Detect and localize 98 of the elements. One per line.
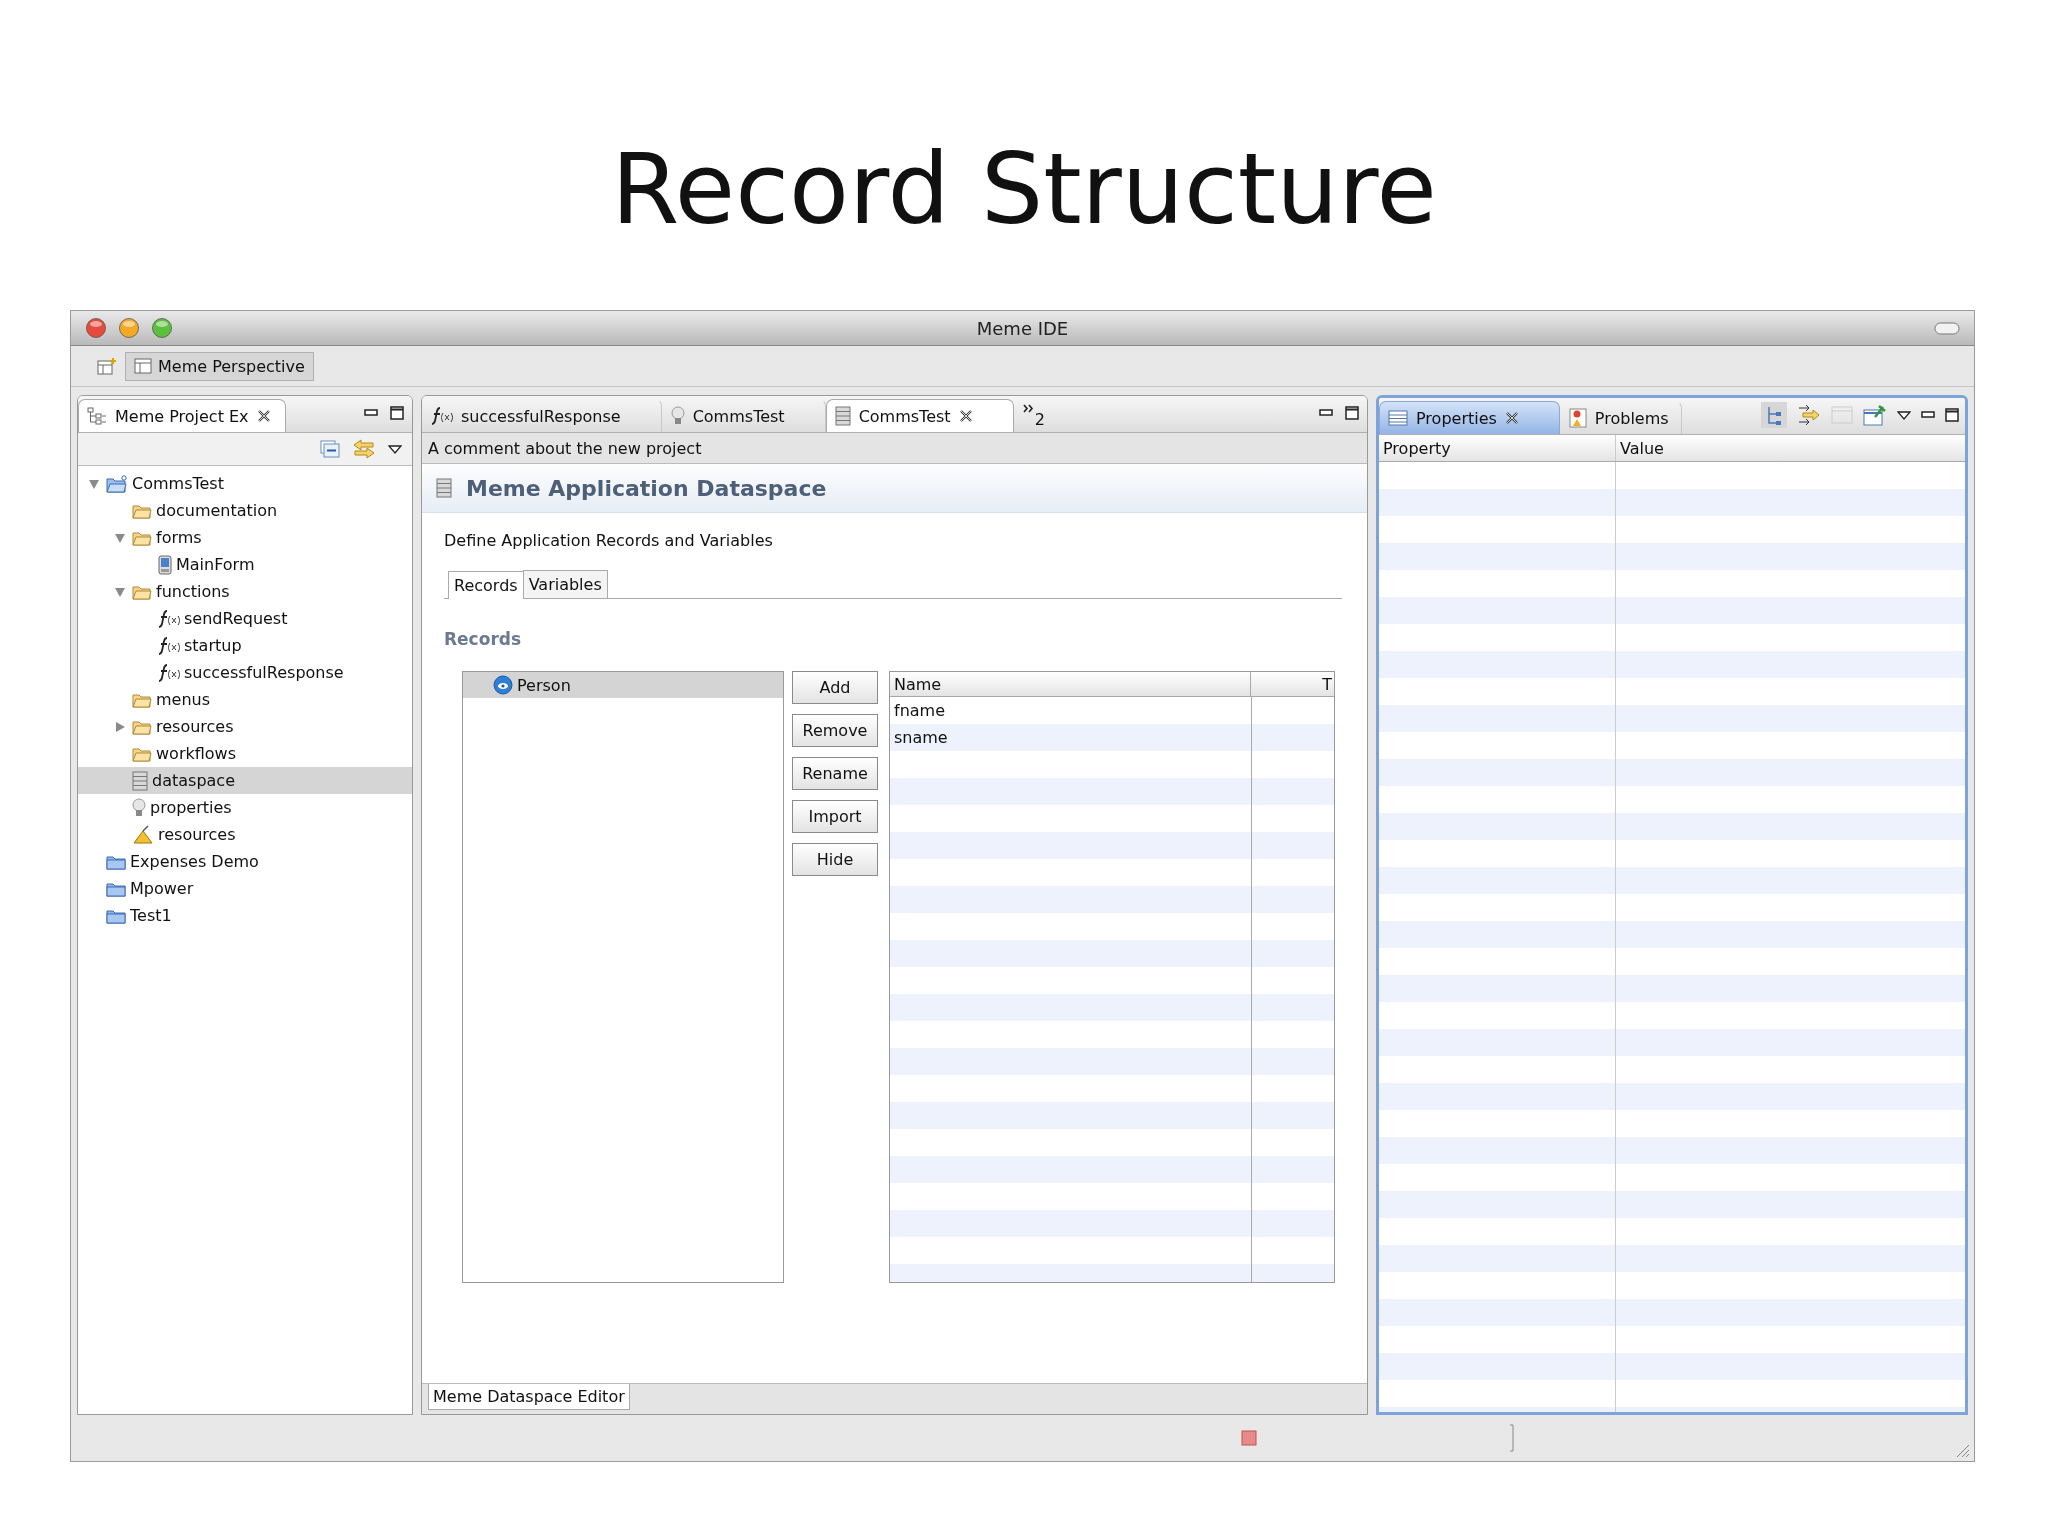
folder-icon [132, 691, 152, 708]
phone-form-icon [158, 554, 172, 575]
arrows-icon[interactable] [1797, 403, 1821, 427]
column-header[interactable]: Name [890, 672, 1251, 696]
zoom-icon[interactable] [151, 317, 173, 339]
project-folder-icon [106, 880, 126, 897]
open-perspective-icon[interactable] [97, 357, 117, 375]
minimize-icon[interactable] [364, 409, 378, 417]
light-bulb-icon [670, 406, 685, 426]
project-folder-icon [106, 907, 126, 924]
status-divider-icon [1509, 1424, 1515, 1452]
folder-icon [132, 718, 152, 735]
editor-page-tab[interactable]: Meme Dataspace Editor [428, 1384, 630, 1410]
tree-item[interactable]: Expenses Demo [78, 848, 412, 875]
tree-item[interactable]: functions [78, 578, 412, 605]
tree-item[interactable]: CommsTest [78, 470, 412, 497]
function-icon [158, 635, 180, 656]
close-icon[interactable] [85, 317, 107, 339]
view-tab[interactable]: Properties [1379, 401, 1560, 434]
chevron-icon [1022, 404, 1034, 413]
action-button[interactable]: Remove [792, 714, 878, 747]
view-menu-icon[interactable] [388, 444, 402, 454]
action-button[interactable]: Import [792, 800, 878, 833]
tree-icon [87, 407, 107, 425]
close-icon[interactable] [256, 409, 271, 423]
record-item[interactable]: Person [463, 672, 783, 698]
window-layout-icon [134, 358, 152, 374]
view-tab[interactable]: Meme Project Ex [78, 399, 286, 432]
tree-item[interactable]: MainForm [78, 551, 412, 578]
warning-error-icon [1568, 408, 1587, 428]
tree-item[interactable]: resources [78, 713, 412, 740]
section-heading: Records [444, 629, 522, 649]
resize-grip-icon[interactable] [1954, 1442, 1970, 1458]
database-icon [132, 770, 148, 791]
folder-icon [132, 529, 152, 546]
tree-item[interactable]: properties [78, 794, 412, 821]
minimize-icon[interactable] [1921, 411, 1935, 419]
pin-icon[interactable] [1863, 404, 1887, 426]
tree-item[interactable]: dataspace [78, 767, 412, 794]
editor-tab[interactable]: CommsTest [825, 399, 1014, 432]
project-folder-icon [106, 853, 126, 870]
action-button[interactable]: Rename [792, 757, 878, 790]
close-icon[interactable] [1504, 411, 1519, 425]
folder-icon [132, 502, 152, 519]
function-icon [158, 608, 180, 629]
form-title: Meme Application Dataspace [466, 475, 827, 501]
column-header[interactable]: Property [1379, 435, 1616, 461]
tree-item[interactable]: documentation [78, 497, 412, 524]
tree-item[interactable]: workflows [78, 740, 412, 767]
function-icon [158, 662, 180, 683]
close-icon[interactable] [958, 409, 973, 423]
light-bulb-icon [132, 797, 146, 818]
record-icon [493, 675, 513, 695]
link-arrows-icon[interactable] [352, 439, 376, 459]
tree-item[interactable]: sendRequest [78, 605, 412, 632]
expanded-arrow-icon[interactable] [88, 477, 100, 490]
more-tabs-button[interactable]: 2 [1013, 399, 1060, 432]
database-icon [834, 406, 851, 426]
project-comment: A comment about the new project [428, 438, 702, 458]
toolbar-toggle-icon[interactable] [1934, 321, 1960, 335]
perspective-button[interactable]: Meme Perspective [125, 351, 314, 381]
tree-item[interactable]: startup [78, 632, 412, 659]
tree-item[interactable]: Mpower [78, 875, 412, 902]
folder-icon [132, 745, 152, 762]
action-button[interactable]: Hide [792, 843, 878, 876]
collapsed-arrow-icon[interactable] [114, 720, 126, 733]
section-tab[interactable]: Variables [522, 570, 608, 598]
project-folder-icon [106, 474, 128, 493]
tree-item[interactable]: menus [78, 686, 412, 713]
action-button[interactable]: Add [792, 671, 878, 704]
window-title: Meme IDE [976, 317, 1069, 339]
folder-icon [132, 583, 152, 600]
editor-tab[interactable]: CommsTest [661, 399, 826, 432]
column-header[interactable]: T [1251, 672, 1334, 696]
minimize-icon[interactable] [1319, 409, 1333, 417]
table-cell-text: sname [893, 727, 949, 749]
section-tab[interactable]: Records [448, 571, 524, 599]
tree-item[interactable]: successfulResponse [78, 659, 412, 686]
view-menu-icon[interactable] [1897, 410, 1911, 420]
slide-title: Record Structure [611, 140, 1437, 238]
tree-item[interactable]: resources [78, 821, 412, 848]
database-icon [436, 478, 452, 498]
function-icon [431, 406, 453, 426]
maximize-icon[interactable] [1945, 408, 1959, 422]
tree-icon[interactable] [1761, 402, 1787, 428]
table-cell-text: fname [893, 700, 946, 722]
maximize-icon[interactable] [1345, 406, 1359, 420]
column-header[interactable]: Value [1616, 435, 1965, 461]
tree-item[interactable]: forms [78, 524, 412, 551]
collapse-all-icon[interactable] [320, 440, 340, 458]
tree-item[interactable]: Test1 [78, 902, 412, 929]
table-icon [1388, 410, 1408, 426]
expanded-arrow-icon[interactable] [114, 531, 126, 544]
form-description: Define Application Records and Variables [444, 531, 774, 550]
editor-tab[interactable]: successfulResponse [422, 399, 662, 432]
view-tab[interactable]: Problems [1559, 401, 1682, 434]
maximize-icon[interactable] [390, 406, 404, 420]
expanded-arrow-icon[interactable] [114, 585, 126, 598]
